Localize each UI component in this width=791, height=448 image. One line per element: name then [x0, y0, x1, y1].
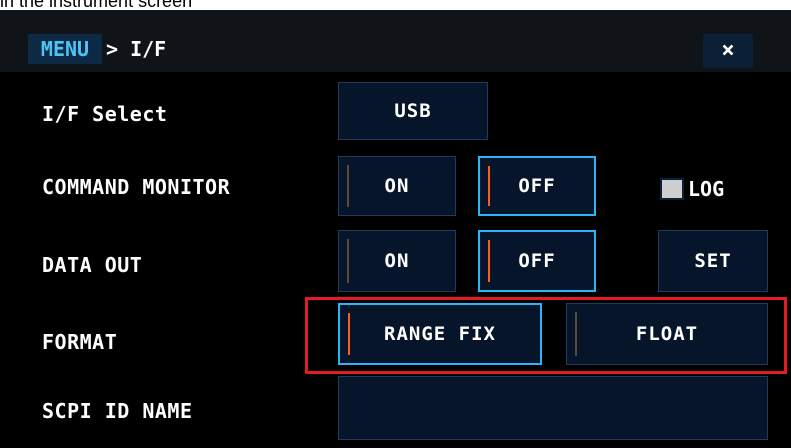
data-out-set-button[interactable]: SET	[658, 230, 768, 292]
command-monitor-off-label: OFF	[518, 175, 556, 197]
data-out-on-label: ON	[384, 250, 410, 272]
format-label: FORMAT	[42, 330, 118, 354]
command-monitor-on-label: ON	[384, 175, 410, 197]
log-label: LOG	[688, 177, 725, 201]
close-button[interactable]: ×	[703, 34, 753, 68]
data-out-set-label: SET	[694, 250, 732, 272]
data-out-off-label: OFF	[518, 250, 556, 272]
menu-button[interactable]: MENU	[28, 34, 102, 64]
data-out-off-button[interactable]: OFF	[478, 230, 596, 292]
title-bar: MENU > I/F ×	[0, 10, 791, 72]
scpi-id-name-label: SCPI ID NAME	[42, 399, 193, 423]
if-select-value: USB	[394, 100, 432, 122]
scpi-id-name-field[interactable]	[338, 376, 768, 440]
format-highlight-box	[305, 297, 787, 374]
command-monitor-label: COMMAND MONITOR	[42, 175, 231, 199]
if-select-button[interactable]: USB	[338, 82, 488, 140]
data-out-on-button[interactable]: ON	[338, 230, 456, 292]
instrument-screen: MENU > I/F × I/F Select USB COMMAND MONI…	[0, 10, 791, 448]
log-checkbox-box[interactable]	[660, 178, 684, 200]
indicator-mark	[488, 166, 490, 206]
data-out-label: DATA OUT	[42, 253, 143, 277]
indicator-mark	[347, 239, 349, 283]
indicator-mark	[347, 165, 349, 207]
breadcrumb: > I/F	[106, 37, 167, 61]
close-icon: ×	[721, 38, 735, 63]
command-monitor-on-button[interactable]: ON	[338, 156, 456, 216]
log-checkbox[interactable]: LOG	[660, 176, 724, 202]
indicator-mark	[488, 240, 490, 282]
command-monitor-off-button[interactable]: OFF	[478, 156, 596, 216]
if-select-label: I/F Select	[42, 102, 168, 126]
